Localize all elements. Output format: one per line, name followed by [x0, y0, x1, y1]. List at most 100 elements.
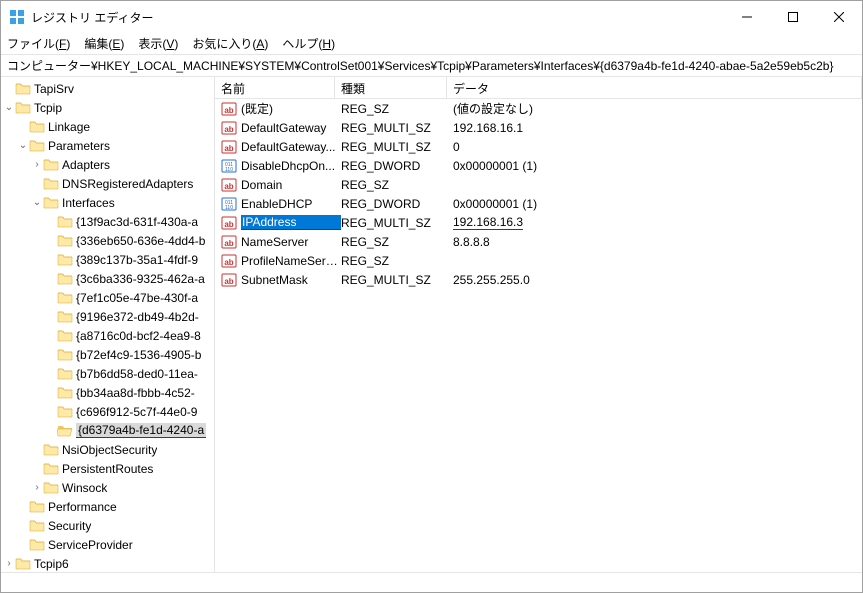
tree-item[interactable]: {b7b6dd58-ded0-11ea-	[1, 364, 214, 383]
chevron-down-icon[interactable]: ⌄	[17, 140, 29, 151]
folder-icon	[29, 499, 45, 515]
list-view[interactable]: 名前 種類 データ ab(既定)REG_SZ(値の設定なし)abDefaultG…	[215, 77, 862, 572]
string-value-icon: ab	[221, 101, 237, 117]
chevron-right-icon[interactable]: ›	[31, 482, 43, 493]
tree-item-label: Tcpip	[34, 101, 62, 115]
value-row[interactable]: abDefaultGatewayREG_MULTI_SZ192.168.16.1	[215, 118, 862, 137]
tree-item[interactable]: ›Adapters	[1, 155, 214, 174]
menu-help[interactable]: ヘルプ(H)	[282, 35, 335, 52]
tree-item[interactable]: {bb34aa8d-fbbb-4c52-	[1, 383, 214, 402]
tree-item[interactable]: Performance	[1, 497, 214, 516]
value-name: IPAddress	[241, 215, 341, 230]
value-row[interactable]: abSubnetMaskREG_MULTI_SZ255.255.255.0	[215, 270, 862, 289]
tree-item-label: {9196e372-db49-4b2d-	[76, 310, 199, 324]
chevron-down-icon[interactable]: ⌄	[3, 102, 15, 113]
value-data: 0x00000001 (1)	[453, 197, 862, 211]
registry-editor-window: レジストリ エディター ファイル(F) 編集(E) 表示(V) お気に入り(A)…	[0, 0, 863, 593]
tree-item[interactable]: TapiSrv	[1, 79, 214, 98]
svg-text:ab: ab	[224, 277, 233, 286]
menu-view[interactable]: 表示(V)	[138, 35, 178, 52]
tree-item[interactable]: {b72ef4c9-1536-4905-b	[1, 345, 214, 364]
value-type: REG_SZ	[341, 102, 453, 116]
value-data: 192.168.16.1	[453, 121, 862, 135]
tree-item[interactable]: ⌄ Tcpip	[1, 98, 214, 117]
tree-item[interactable]: ServiceProvider	[1, 535, 214, 554]
chevron-down-icon[interactable]: ⌄	[31, 197, 43, 208]
tree-item-label: {b7b6dd58-ded0-11ea-	[76, 367, 198, 381]
minimize-button[interactable]	[724, 1, 770, 33]
maximize-button[interactable]	[770, 1, 816, 33]
svg-text:ab: ab	[224, 182, 233, 191]
value-row[interactable]: abProfileNameServerREG_SZ	[215, 251, 862, 270]
chevron-right-icon[interactable]: ›	[3, 558, 15, 569]
titlebar: レジストリ エディター	[1, 1, 862, 33]
svg-text:ab: ab	[224, 144, 233, 153]
folder-icon	[15, 100, 31, 116]
tree-item-label: {b72ef4c9-1536-4905-b	[76, 348, 201, 362]
folder-icon	[57, 290, 73, 306]
value-row[interactable]: 011110EnableDHCPREG_DWORD0x00000001 (1)	[215, 194, 862, 213]
tree-item[interactable]: {389c137b-35a1-4fdf-9	[1, 250, 214, 269]
binary-value-icon: 011110	[221, 196, 237, 212]
chevron-right-icon[interactable]: ›	[31, 159, 43, 170]
column-header-name[interactable]: 名前	[215, 77, 335, 98]
tree-item[interactable]: Security	[1, 516, 214, 535]
menu-favorites[interactable]: お気に入り(A)	[192, 35, 268, 52]
value-row[interactable]: abIPAddressREG_MULTI_SZ192.168.16.3	[215, 213, 862, 232]
string-value-icon: ab	[221, 177, 237, 193]
address-bar[interactable]: コンピューター¥HKEY_LOCAL_MACHINE¥SYSTEM¥Contro…	[1, 55, 862, 77]
tree-item[interactable]: {d6379a4b-fe1d-4240-a	[1, 421, 214, 440]
value-row[interactable]: abDefaultGateway...REG_MULTI_SZ0	[215, 137, 862, 156]
tree-item-label: Winsock	[62, 481, 107, 495]
tree-item[interactable]: ›Tcpip6	[1, 554, 214, 572]
tree-item[interactable]: {7ef1c05e-47be-430f-a	[1, 288, 214, 307]
tree-item-label: DNSRegisteredAdapters	[62, 177, 193, 191]
tree-item[interactable]: {c696f912-5c7f-44e0-9	[1, 402, 214, 421]
tree-item[interactable]: {3c6ba336-9325-462a-a	[1, 269, 214, 288]
tree-item[interactable]: DNSRegisteredAdapters	[1, 174, 214, 193]
tree-item[interactable]: PersistentRoutes	[1, 459, 214, 478]
tree-item-label: PersistentRoutes	[62, 462, 153, 476]
folder-icon	[43, 195, 59, 211]
menu-edit[interactable]: 編集(E)	[84, 35, 124, 52]
tree-view[interactable]: TapiSrv ⌄ Tcpip Linkage⌄Parameters›Adapters…	[1, 77, 215, 572]
folder-icon	[57, 347, 73, 363]
content: TapiSrv ⌄ Tcpip Linkage⌄Parameters›Adapters…	[1, 77, 862, 572]
tree-item[interactable]: NsiObjectSecurity	[1, 440, 214, 459]
tree-item[interactable]: {13f9ac3d-631f-430a-a	[1, 212, 214, 231]
value-name: SubnetMask	[241, 273, 341, 287]
tree-item[interactable]: {336eb650-636e-4dd4-b	[1, 231, 214, 250]
column-header-data[interactable]: データ	[447, 77, 862, 98]
folder-icon	[29, 537, 45, 553]
menu-file[interactable]: ファイル(F)	[7, 35, 70, 52]
folder-icon	[15, 556, 31, 572]
svg-text:ab: ab	[224, 258, 233, 267]
tree-item[interactable]: › Winsock	[1, 478, 214, 497]
tree-item-label: {3c6ba336-9325-462a-a	[76, 272, 205, 286]
column-header-type[interactable]: 種類	[335, 77, 447, 98]
close-button[interactable]	[816, 1, 862, 33]
tree-item-label: {7ef1c05e-47be-430f-a	[76, 291, 198, 305]
app-icon	[9, 9, 25, 25]
tree-item-label: Performance	[48, 500, 117, 514]
tree-item-label: NsiObjectSecurity	[62, 443, 157, 457]
value-name: DefaultGateway...	[241, 140, 341, 154]
value-type: REG_SZ	[341, 235, 453, 249]
value-name: EnableDHCP	[241, 197, 341, 211]
tree-item[interactable]: {9196e372-db49-4b2d-	[1, 307, 214, 326]
value-row[interactable]: 011110DisableDhcpOn...REG_DWORD0x0000000…	[215, 156, 862, 175]
value-name: (既定)	[241, 100, 341, 117]
tree-item[interactable]: {a8716c0d-bcf2-4ea9-8	[1, 326, 214, 345]
value-row[interactable]: ab(既定)REG_SZ(値の設定なし)	[215, 99, 862, 118]
value-row[interactable]: abDomainREG_SZ	[215, 175, 862, 194]
svg-text:ab: ab	[224, 125, 233, 134]
tree-item[interactable]: ⌄Interfaces	[1, 193, 214, 212]
value-type: REG_SZ	[341, 254, 453, 268]
folder-icon	[57, 385, 73, 401]
tree-item[interactable]: ⌄Parameters	[1, 136, 214, 155]
svg-text:110: 110	[225, 167, 233, 173]
value-row[interactable]: abNameServerREG_SZ8.8.8.8	[215, 232, 862, 251]
folder-open-icon	[57, 423, 73, 439]
tree-item[interactable]: Linkage	[1, 117, 214, 136]
folder-icon	[43, 176, 59, 192]
